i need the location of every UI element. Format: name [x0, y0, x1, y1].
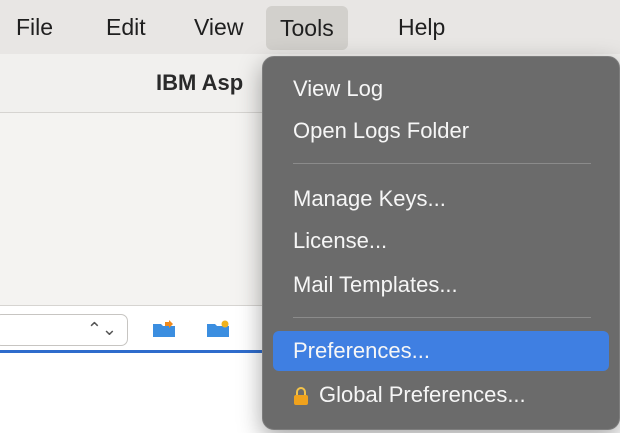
menu-separator [293, 317, 591, 318]
folder-upload-icon[interactable] [152, 320, 176, 338]
up-down-chevron-icon: ⌃⌄ [86, 319, 117, 339]
menu-item-preferences[interactable]: Preferences... [273, 331, 609, 371]
menu-item-mail-templates[interactable]: Mail Templates... [273, 265, 609, 305]
global-preferences-label: Global Preferences... [319, 382, 526, 407]
menu-separator [293, 163, 591, 164]
menu-item-global-preferences[interactable]: Global Preferences... [273, 375, 609, 415]
menu-item-license[interactable]: License... [273, 221, 609, 261]
location-select[interactable]: ⌃⌄ [0, 314, 128, 346]
menu-file[interactable]: File [2, 0, 67, 54]
menu-item-manage-keys[interactable]: Manage Keys... [273, 179, 609, 219]
window-title: IBM Asp [156, 70, 244, 95]
menu-tools[interactable]: Tools [266, 6, 348, 50]
menu-item-open-logs-folder[interactable]: Open Logs Folder [273, 111, 609, 151]
menu-bar: File Edit View Tools Help [0, 0, 620, 54]
tools-dropdown-menu: View Log Open Logs Folder Manage Keys...… [262, 56, 620, 430]
lock-icon [294, 387, 308, 406]
menu-help[interactable]: Help [384, 0, 459, 54]
menu-item-view-log[interactable]: View Log [273, 69, 609, 109]
menu-edit[interactable]: Edit [92, 0, 160, 54]
new-folder-icon[interactable] [206, 320, 230, 338]
menu-view[interactable]: View [180, 0, 257, 54]
